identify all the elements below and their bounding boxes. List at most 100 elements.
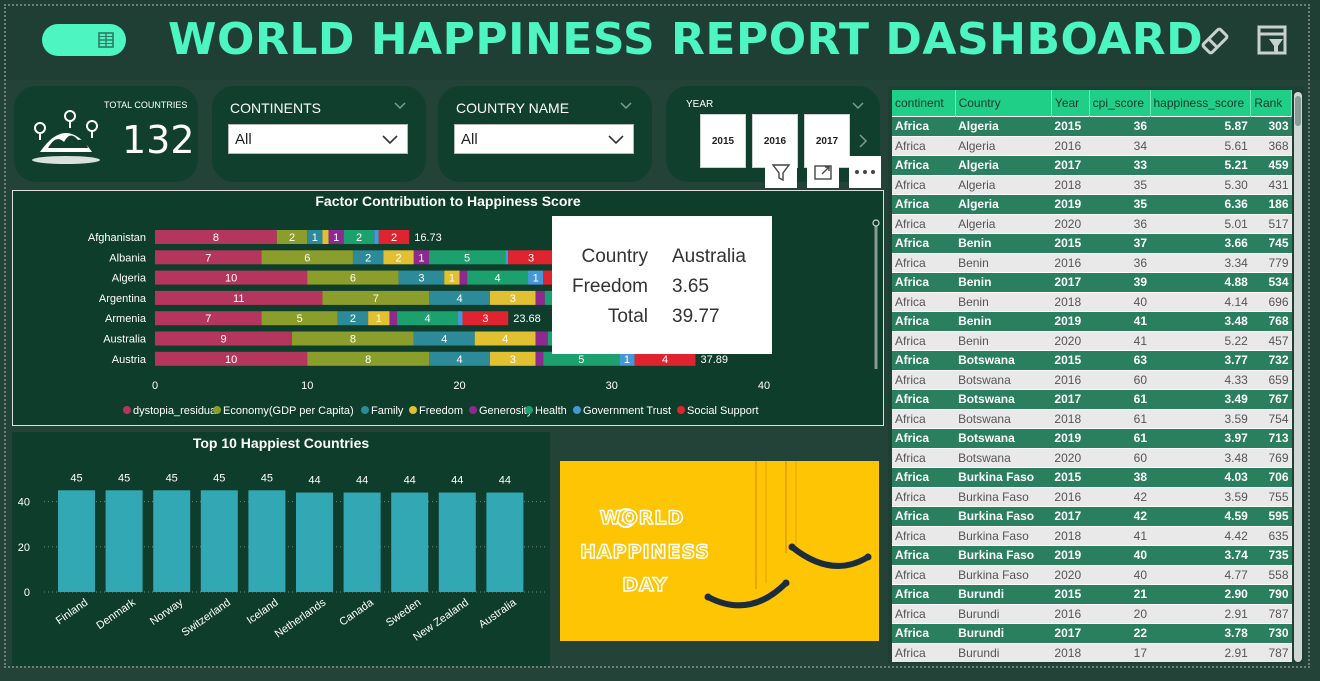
x-tick-label: 40 xyxy=(758,380,770,392)
focus-mode-button[interactable] xyxy=(807,156,839,188)
legend-label: Government Trust xyxy=(583,405,671,417)
table-cell: Botswana xyxy=(955,350,1052,370)
year-slicer-title: YEAR xyxy=(686,99,714,110)
bar[interactable] xyxy=(153,490,191,592)
table-cell: Botswana xyxy=(955,389,1052,409)
table-row[interactable]: Africa Benin 2015 37 3.66 745 xyxy=(892,233,1292,253)
table-cell: 42 xyxy=(1089,506,1150,526)
table-row[interactable]: Africa Burundi 2015 21 2.90 790 xyxy=(892,584,1292,604)
country-dropdown[interactable]: All xyxy=(454,124,634,154)
bar[interactable] xyxy=(391,492,429,592)
legend-marker xyxy=(573,406,581,414)
bar[interactable] xyxy=(58,490,95,592)
table-cell: Algeria xyxy=(955,135,1052,156)
legend-marker xyxy=(361,406,369,414)
table-row[interactable]: Africa Burkina Faso 2019 40 3.74 735 xyxy=(892,545,1292,565)
bar-segment[interactable] xyxy=(505,250,509,265)
more-options-button[interactable] xyxy=(849,156,881,188)
table-row[interactable]: Africa Burundi 2017 22 3.78 730 xyxy=(892,623,1292,643)
page-toggle-button[interactable] xyxy=(42,24,126,56)
table-cell: 36 xyxy=(1089,116,1150,136)
bar[interactable] xyxy=(486,492,524,592)
table-cell: 732 xyxy=(1250,350,1292,370)
bar-segment[interactable] xyxy=(459,270,468,285)
bar-segment[interactable] xyxy=(374,230,379,244)
table-row[interactable]: Africa Algeria 2015 36 5.87 303 xyxy=(892,116,1292,136)
table-cell: 755 xyxy=(1250,486,1292,507)
table-row[interactable]: Africa Botswana 2018 61 3.59 754 xyxy=(892,408,1292,429)
bar-segment[interactable] xyxy=(389,311,398,326)
scrollbar-handle[interactable] xyxy=(872,219,880,227)
table-row[interactable]: Africa Algeria 2019 35 6.36 186 xyxy=(892,194,1292,214)
table-row[interactable]: Africa Algeria 2020 36 5.01 517 xyxy=(892,213,1292,234)
table-row[interactable]: Africa Burkina Faso 2020 40 4.77 558 xyxy=(892,564,1292,585)
table-cell: Africa xyxy=(892,350,956,370)
bar[interactable] xyxy=(296,492,333,592)
table-cell: 2.91 xyxy=(1150,603,1251,624)
chevron-down-icon[interactable] xyxy=(394,102,406,110)
table-cell: Africa xyxy=(892,564,956,585)
bar[interactable] xyxy=(105,490,143,592)
chevron-right-icon[interactable] xyxy=(858,134,868,148)
table-cell: Africa xyxy=(892,311,956,331)
table-row[interactable]: Africa Burundi 2018 17 2.91 787 xyxy=(892,642,1292,662)
table-cell: 2015 xyxy=(1051,116,1090,136)
table-row[interactable]: Africa Benin 2017 39 4.88 534 xyxy=(892,272,1292,292)
bar[interactable] xyxy=(438,492,476,592)
table-row[interactable]: Africa Burkina Faso 2016 42 3.59 755 xyxy=(892,486,1292,507)
table-cell: Burundi xyxy=(955,603,1052,624)
kpi-value: 132 xyxy=(122,118,195,162)
table-cell: Algeria xyxy=(955,213,1052,234)
table-row[interactable]: Africa Algeria 2018 35 5.30 431 xyxy=(892,174,1292,195)
table-cell: 459 xyxy=(1250,155,1292,175)
bar[interactable] xyxy=(248,490,286,592)
table-row[interactable]: Africa Benin 2019 41 3.48 768 xyxy=(892,311,1292,331)
continents-dropdown[interactable]: All xyxy=(228,124,408,154)
eraser-icon[interactable] xyxy=(1198,24,1232,58)
chevron-down-icon[interactable] xyxy=(620,102,632,110)
table-row[interactable]: Africa Benin 2020 41 5.22 457 xyxy=(892,330,1292,351)
column-header[interactable]: cpi_score xyxy=(1089,90,1151,117)
column-header[interactable]: Rank xyxy=(1250,90,1292,117)
table-row[interactable]: Africa Botswana 2020 60 3.48 769 xyxy=(892,447,1292,468)
bar-segment[interactable] xyxy=(322,230,329,244)
table-row[interactable]: Africa Burkina Faso 2018 41 4.42 635 xyxy=(892,525,1292,546)
data-label: 44 xyxy=(404,475,416,487)
data-label: 2 xyxy=(350,313,356,325)
column-header[interactable]: Year xyxy=(1051,90,1090,117)
top10-chart[interactable]: Top 10 Happiest Countries 0 20 40 45 Finland 4… xyxy=(12,432,550,666)
column-header[interactable]: continent xyxy=(892,90,956,117)
table-cell: 790 xyxy=(1250,584,1292,604)
table-cell: 2016 xyxy=(1051,486,1090,507)
table-scrollbar[interactable] xyxy=(1294,92,1302,662)
table-cell: Africa xyxy=(892,623,956,643)
table-row[interactable]: Africa Benin 2016 36 3.34 779 xyxy=(892,252,1292,273)
table-row[interactable]: Africa Botswana 2016 60 4.33 659 xyxy=(892,369,1292,390)
table-row[interactable]: Africa Botswana 2019 61 3.97 713 xyxy=(892,428,1292,448)
table-row[interactable]: Africa Algeria 2016 34 5.61 368 xyxy=(892,135,1292,156)
bar[interactable] xyxy=(200,490,238,592)
column-header[interactable]: Country xyxy=(955,90,1052,117)
filter-pane-icon[interactable] xyxy=(1256,24,1290,58)
bar-segment[interactable] xyxy=(535,331,548,346)
bar-segment[interactable] xyxy=(457,311,463,326)
table-row[interactable]: Africa Benin 2018 40 4.14 696 xyxy=(892,291,1292,312)
year-button[interactable]: 2015 xyxy=(700,114,746,168)
scrollbar-thumb[interactable] xyxy=(1295,96,1301,126)
table-cell: Burundi xyxy=(955,623,1052,643)
table-row[interactable]: Africa Burkina Faso 2015 38 4.03 706 xyxy=(892,467,1292,487)
bar[interactable] xyxy=(343,492,381,592)
chevron-down-icon[interactable] xyxy=(852,102,864,110)
data-label: 3 xyxy=(482,313,488,325)
page-title: WORLD HAPPINESS REPORT DASHBOARD xyxy=(168,14,1204,65)
table-row[interactable]: Africa Algeria 2017 33 5.21 459 xyxy=(892,155,1292,175)
table-row[interactable]: Africa Botswana 2015 63 3.77 732 xyxy=(892,350,1292,370)
filter-button[interactable] xyxy=(765,156,797,188)
data-label: 3 xyxy=(418,273,424,285)
bar-segment[interactable] xyxy=(535,290,545,305)
column-header[interactable]: happiness_score xyxy=(1150,90,1252,117)
table-row[interactable]: Africa Burkina Faso 2017 42 4.59 595 xyxy=(892,506,1292,526)
table-row[interactable]: Africa Burundi 2016 20 2.91 787 xyxy=(892,603,1292,624)
table-row[interactable]: Africa Botswana 2017 61 3.49 767 xyxy=(892,389,1292,409)
bar-segment[interactable] xyxy=(535,351,544,366)
